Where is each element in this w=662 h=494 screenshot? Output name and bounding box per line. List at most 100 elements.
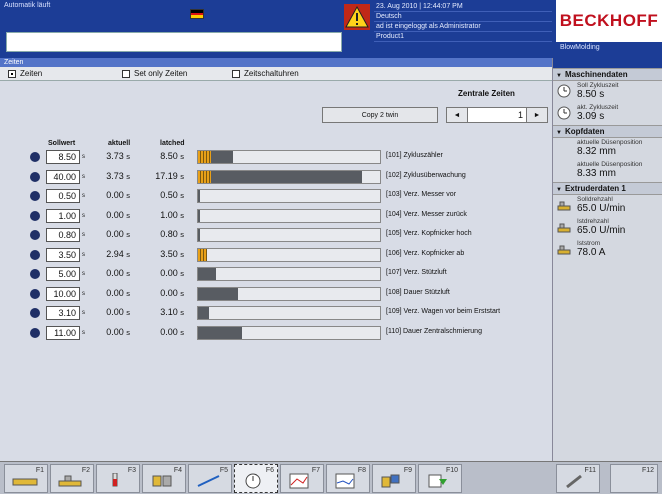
fkey-f4-button[interactable]: F4: [142, 464, 186, 493]
tab-set-only-checkbox[interactable]: [122, 69, 130, 78]
fkey-label: F4: [173, 467, 182, 474]
timer-progress-bar: [197, 169, 381, 184]
fkey-f3-button[interactable]: F3: [96, 464, 140, 493]
bar-fill: [198, 209, 200, 222]
timer-label: [110] Dauer Zentralschmierung: [386, 327, 482, 335]
tab-zeiten[interactable]: Zeiten: [8, 68, 42, 79]
bar-fill: [198, 229, 200, 241]
fkey-label: F5: [219, 467, 228, 474]
wrench-icon: [566, 474, 582, 489]
function-key-bar: F1 F2 F3 F4 F5 F6 F7 F8 F9 F10 F11 F12: [0, 461, 662, 494]
sollwert-input[interactable]: 10.00: [46, 286, 80, 301]
timer-row: 3.50 s 2.94 s 3.50 s [106] Verz. Kopfnicker …: [0, 246, 552, 265]
sollwert-input[interactable]: 8.50: [46, 150, 80, 164]
sollwert-input[interactable]: 3.50: [46, 247, 80, 262]
timer-label: [105] Verz. Kopfnicker hoch: [386, 230, 472, 237]
latched-value: 0.00 s: [160, 268, 184, 278]
fkey-label: F2: [81, 467, 90, 474]
sollwert-input[interactable]: 0.50: [46, 189, 80, 203]
fkey-label: F12: [641, 467, 654, 474]
zentrale-stepper[interactable]: ◄ 1 ►: [446, 107, 548, 123]
unit-label: s: [82, 310, 85, 316]
timer-progress-bar: [197, 325, 381, 340]
aktuell-value: 0.00 s: [106, 307, 130, 317]
datetime: 23. Aug 2010 | 12:44:07 PM: [374, 2, 552, 12]
unit-label: s: [82, 212, 85, 219]
timer-label: [103] Verz. Messer vor: [386, 191, 457, 198]
sollwert-input[interactable]: 40.00: [46, 169, 80, 184]
bar-fill: [198, 268, 216, 280]
timer-progress-bar: [197, 306, 381, 320]
fkey-f8-button[interactable]: F8: [326, 464, 370, 493]
mold-icon: [152, 475, 172, 487]
section-extruderdaten[interactable]: ▼ Extruderdaten 1: [553, 182, 662, 195]
sollwert-input[interactable]: 11.00: [46, 325, 80, 340]
clock-icon: [557, 84, 571, 98]
alarm-icon[interactable]: [344, 4, 370, 30]
login-info[interactable]: ad ist eingeloggt als Administrator: [374, 22, 552, 32]
tab-set-only-zeiten[interactable]: Set only Zeiten: [122, 68, 187, 79]
fkey-f9-button[interactable]: F9: [372, 464, 416, 493]
fkey-label: F11: [584, 467, 596, 474]
bar-fill: [198, 287, 238, 300]
fkey-label: F6: [265, 467, 274, 474]
timer-progress-bar: [197, 267, 381, 281]
fkey-f7-button[interactable]: F7: [280, 464, 324, 493]
col-header-sollwert: Sollwert: [48, 140, 76, 147]
latched-value: 3.50 s: [160, 248, 184, 259]
sollwert-input[interactable]: 5.00: [46, 267, 80, 281]
sollwert-input[interactable]: 0.80: [46, 228, 80, 242]
zentrale-zeiten-title: Zentrale Zeiten: [458, 89, 515, 98]
tab-zeitschaltuhren[interactable]: Zeitschaltuhren: [232, 68, 299, 79]
fkey-f10-button[interactable]: F10: [418, 464, 462, 493]
sollwert-input[interactable]: 3.10: [46, 306, 80, 320]
stepper-value[interactable]: 1: [467, 108, 527, 122]
sidebar-item-duesenposition-2: aktuelle Düsenposition 8.33 mm: [577, 161, 643, 179]
unit-label: s: [82, 154, 85, 160]
collapse-icon[interactable]: ▼: [556, 187, 562, 193]
product-name[interactable]: Product1: [374, 32, 552, 42]
timer-row: 0.80 s 0.00 s 0.80 s [105] Verz. Kopfnicker …: [0, 226, 552, 245]
tab-zeitschaltuhren-checkbox[interactable]: [232, 69, 240, 78]
latched-value: 8.50 s: [160, 151, 184, 161]
tab-zeiten-checkbox[interactable]: [8, 69, 16, 78]
collapse-icon[interactable]: ▼: [556, 130, 562, 136]
status-led-icon: [30, 327, 40, 338]
sidebar-item-istdrehzahl: Istdrehzahl 65.0 U/min: [553, 217, 662, 239]
aktuell-value: 0.00 s: [106, 229, 130, 239]
language[interactable]: Deutsch: [374, 12, 552, 22]
parts-icon: [381, 474, 400, 488]
extruder-icon: [58, 475, 82, 487]
bar-latched: [198, 248, 207, 261]
aktuell-value: 2.94 s: [106, 248, 130, 259]
header-bar: Automatik läuft 23. Aug 2010 | 12:44:07 …: [0, 0, 662, 58]
fkey-f5-button[interactable]: F5: [188, 464, 232, 493]
message-line[interactable]: [6, 32, 342, 52]
section-kopfdaten[interactable]: ▼ Kopfdaten: [553, 125, 662, 138]
sollwert-input[interactable]: 1.00: [46, 208, 80, 223]
fkey-f2-button[interactable]: F2: [50, 464, 94, 493]
language-flag-icon[interactable]: [190, 9, 204, 19]
sidebar-item-duesenposition-1: aktuelle Düsenposition 8.32 mm: [577, 139, 643, 157]
sidebar-item-iststrom: Iststrom 78.0 A: [553, 239, 662, 261]
collapse-icon[interactable]: ▼: [556, 73, 562, 79]
clock-icon: [245, 473, 261, 489]
timer-row: 8.50 s 3.73 s 8.50 s [101] Zykluszähler: [0, 148, 552, 167]
unit-label: s: [82, 232, 85, 238]
fkey-f6-button[interactable]: F6: [234, 464, 278, 493]
stepper-next-button[interactable]: ►: [527, 108, 547, 122]
beckhoff-logo: BECKHOFF: [556, 0, 662, 42]
copy-to-twin-button[interactable]: Copy 2 twin: [322, 107, 438, 123]
fkey-f1-button[interactable]: F1: [4, 464, 48, 493]
latched-value: 1.00 s: [160, 209, 184, 220]
tab-zeitschaltuhren-label: Zeitschaltuhren: [244, 69, 299, 78]
unit-label: s: [82, 271, 85, 277]
section-maschinendaten[interactable]: ▼ Maschinendaten: [553, 68, 662, 81]
fkey-f12-button[interactable]: F12: [610, 464, 658, 493]
latched-value: 0.50 s: [160, 190, 184, 200]
stepper-prev-button[interactable]: ◄: [447, 108, 467, 122]
fkey-f11-button[interactable]: F11: [556, 464, 600, 493]
timers-panel: Zentrale Zeiten Copy 2 twin ◄ 1 ► Sollwe…: [0, 81, 552, 461]
unit-label: s: [82, 251, 85, 258]
export-icon: [428, 474, 447, 488]
